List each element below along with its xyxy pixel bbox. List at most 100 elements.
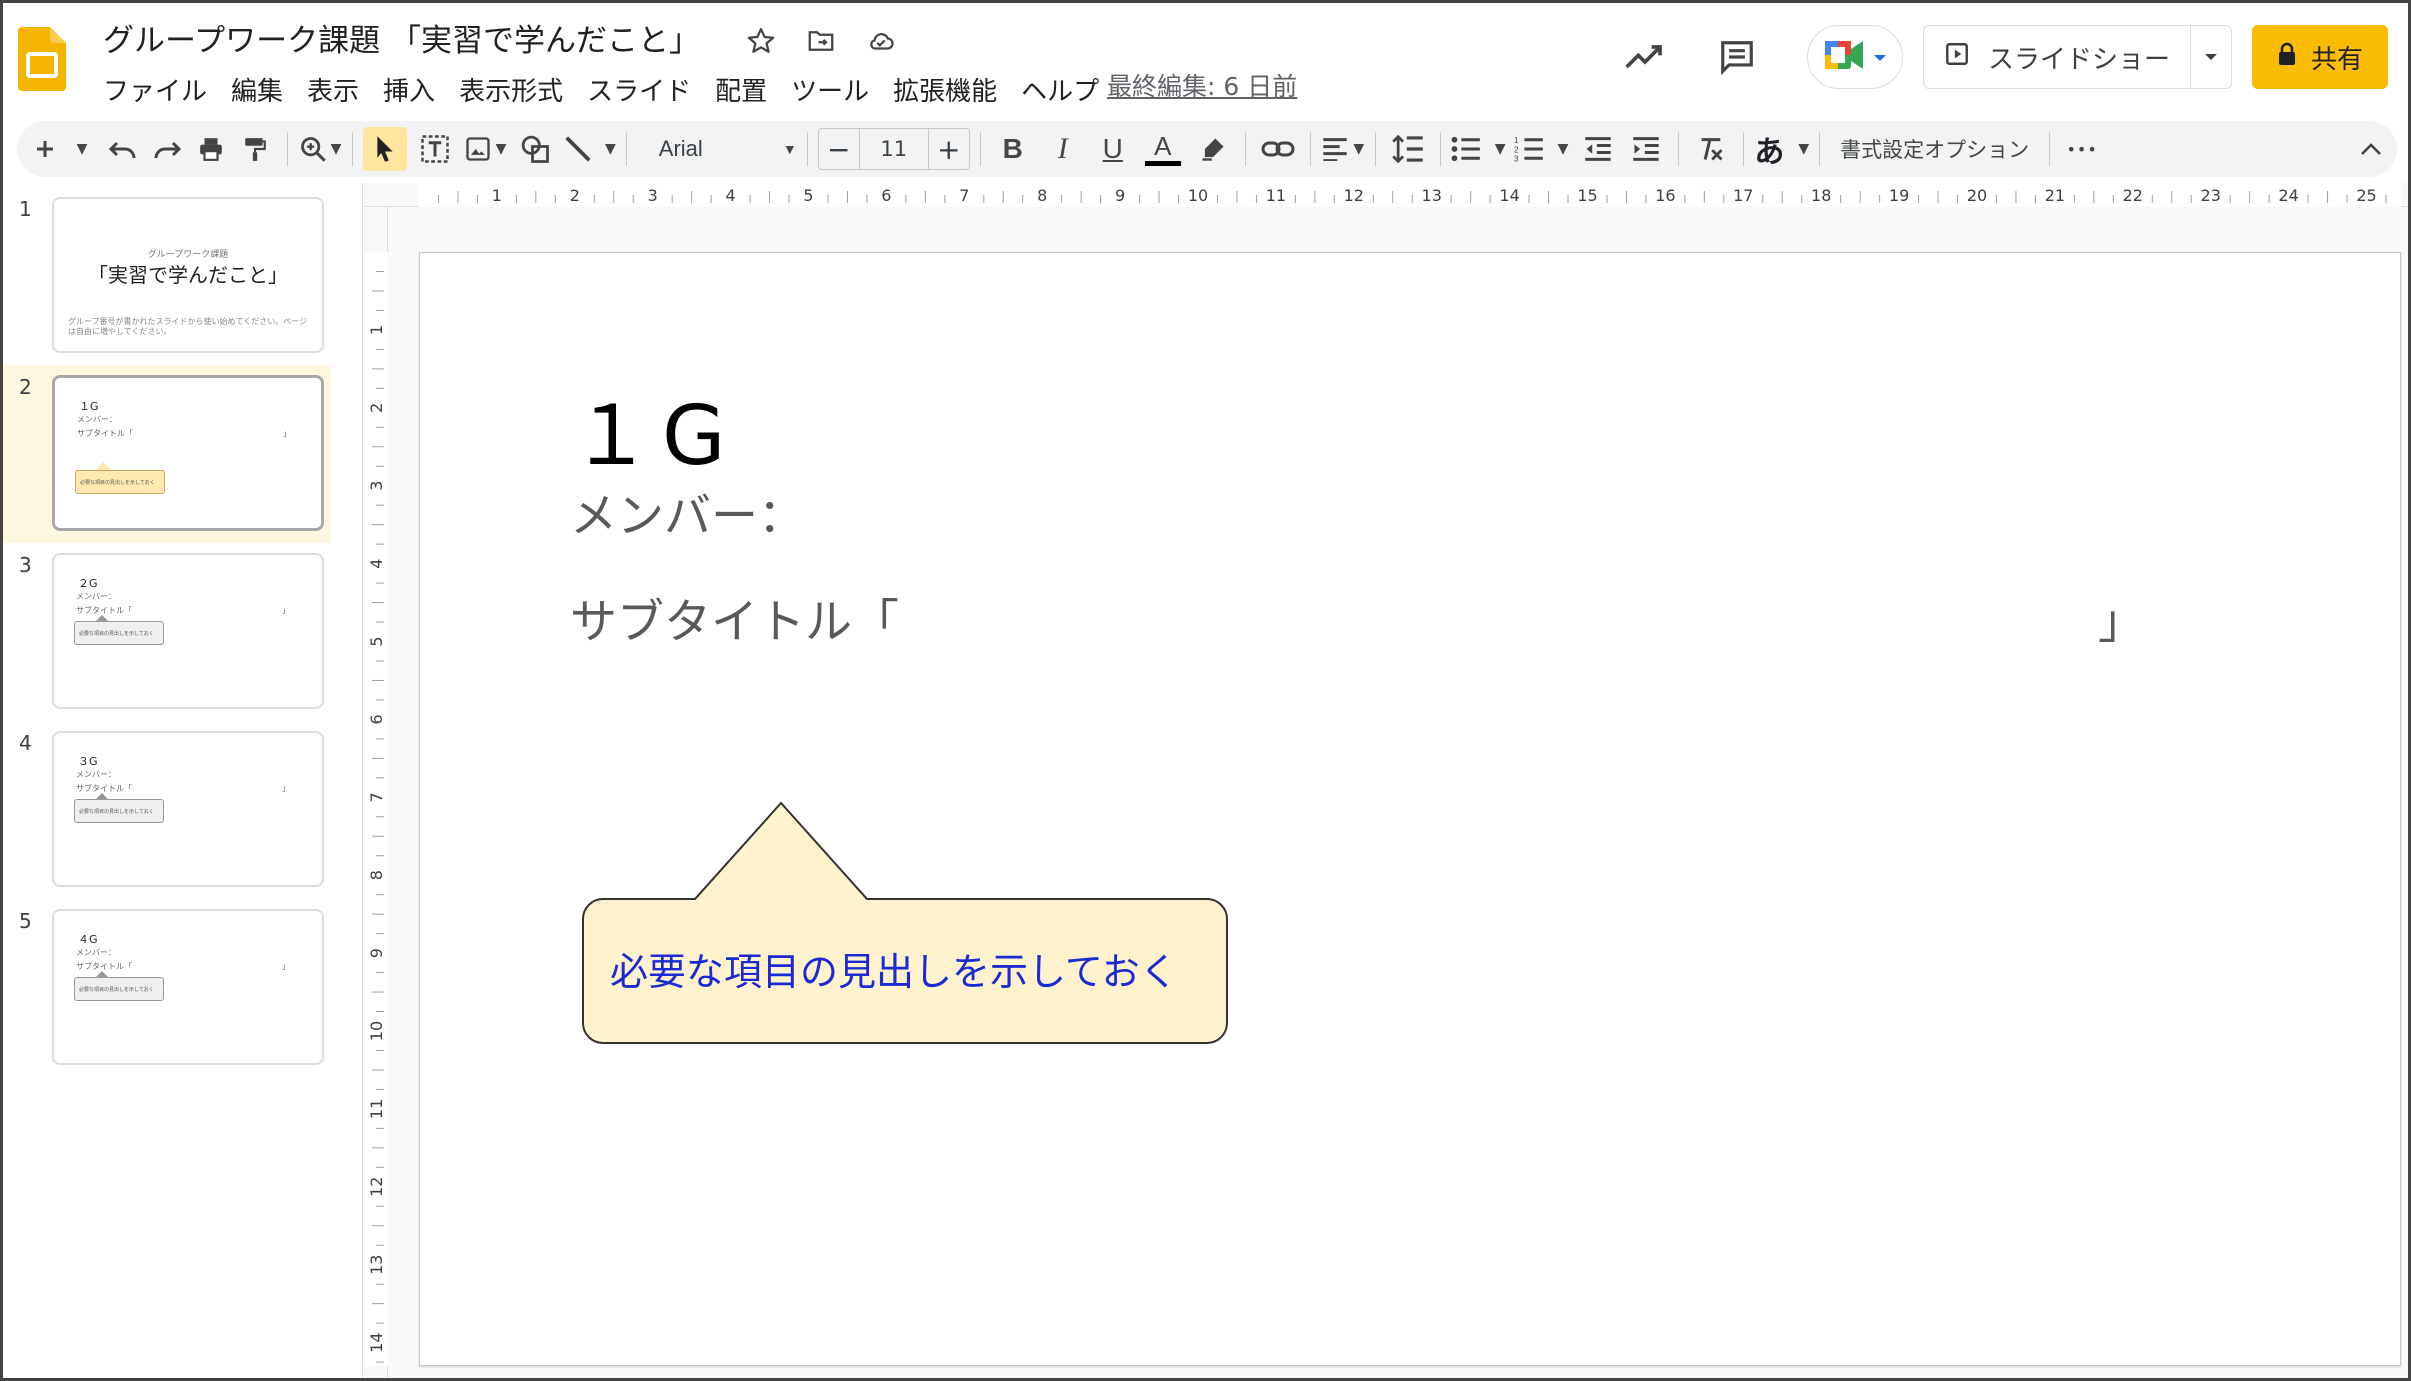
svg-text:1: 1 — [1514, 136, 1519, 145]
select-icon[interactable] — [363, 127, 407, 171]
callout-text[interactable]: 必要な項目の見出しを示しておく — [610, 941, 1178, 996]
thumb-note: グループ番号が書かれたスライドから使い始めてください。ページは自由に増やしてくだ… — [68, 317, 308, 336]
italic-button[interactable]: I — [1041, 127, 1085, 171]
bullet-list-icon[interactable]: ▼ — [1451, 127, 1506, 171]
activity-icon[interactable] — [1615, 27, 1675, 87]
ruler-label: 24 — [2278, 186, 2298, 205]
comment-icon[interactable] — [1707, 27, 1767, 87]
slide-thumbnail: ２G メンバー： サブタイトル「 」 必要な項目の見出しを示しておく — [52, 553, 324, 709]
cloud-saved-icon[interactable] — [861, 21, 901, 61]
slide-thumbnail: １G メンバー： サブタイトル「 」 必要な項目の見出しを示しておく — [52, 375, 324, 531]
font-family-value: Arial — [658, 136, 703, 161]
menu-view[interactable]: 表示 — [295, 67, 371, 112]
thumb-title: ２G — [78, 577, 98, 590]
ruler-label: 1 — [492, 186, 502, 205]
menu-extensions[interactable]: 拡張機能 — [881, 67, 1009, 112]
ruler-label: 17 — [1733, 186, 1753, 205]
font-family-select[interactable]: Arial ▼ — [637, 127, 807, 171]
collapse-icon[interactable] — [2349, 127, 2393, 171]
ruler-label: 9 — [1115, 186, 1125, 205]
horizontal-ruler[interactable]: 1 2 3 4 5 6 7 8 9 10 11 12 13 14 15 16 17 18 19 20 21 22 23 24 2… — [364, 183, 2408, 207]
ruler-label: 12 — [1344, 186, 1364, 205]
image-icon[interactable]: ▼ — [463, 127, 507, 171]
add-icon[interactable] — [23, 127, 67, 171]
print-icon[interactable] — [189, 127, 233, 171]
ruler-label: 6 — [881, 186, 891, 205]
line-icon[interactable]: ▼ — [563, 127, 616, 171]
align-icon[interactable]: ▼ — [1321, 127, 1365, 171]
vertical-ruler[interactable]: 1 2 3 4 5 6 7 8 9 10 11 12 13 14 — [364, 207, 388, 1378]
menu-file[interactable]: ファイル — [103, 67, 219, 112]
input-tools-button[interactable]: あ ▼ — [1754, 127, 1809, 171]
shape-icon[interactable] — [513, 127, 557, 171]
indent-decrease-icon[interactable] — [1576, 127, 1620, 171]
slide-subtitle-end[interactable]: 」 — [2098, 583, 2145, 652]
callout-shape[interactable] — [575, 773, 1235, 1053]
thumb-subtitle-end: 」 — [282, 606, 290, 615]
slide-subtitle-text[interactable]: サブタイトル「 — [570, 583, 899, 652]
ruler-label: 4 — [367, 559, 386, 569]
zoom-icon[interactable]: ▼ — [298, 127, 342, 171]
undo-icon[interactable] — [101, 127, 145, 171]
share-label: 共有 — [2310, 44, 2363, 75]
menu-edit[interactable]: 編集 — [219, 67, 295, 112]
menu-insert[interactable]: 挿入 — [371, 67, 447, 112]
text-color-button[interactable]: A — [1141, 127, 1185, 171]
toolbar: ▼ ▼ ▼ ▼ Arial ▼ − 11 + B I U A ▼ ▼ 1 2 3… — [17, 121, 2397, 177]
redo-icon[interactable] — [145, 127, 189, 171]
document-title[interactable]: グループワーク課題 「実習で学んだこと」 — [103, 15, 700, 60]
thumb-title: ３G — [78, 755, 98, 768]
menu-tools[interactable]: ツール — [779, 67, 881, 112]
thumb-member: メンバー： — [76, 592, 116, 601]
filmstrip-slide-2[interactable]: 2 １G メンバー： サブタイトル「 」 必要な項目の見出しを示しておく — [3, 365, 331, 543]
font-size-increase-button[interactable]: + — [929, 129, 969, 169]
new-slide-dropdown[interactable]: ▼ — [67, 127, 93, 171]
slides-logo-icon[interactable] — [18, 27, 66, 91]
thumb-subtitle-end: 」 — [282, 962, 290, 971]
ruler-label: 7 — [959, 186, 969, 205]
meet-icon — [1823, 37, 1867, 77]
slide-canvas[interactable]: １G メンバー： サブタイトル「 」 必要な項目の見出しを示しておく — [419, 252, 2401, 1366]
numbered-list-icon[interactable]: 123 ▼ — [1514, 127, 1569, 171]
star-icon[interactable] — [741, 21, 781, 61]
move-folder-icon[interactable] — [801, 21, 841, 61]
menu-slide[interactable]: スライド — [575, 67, 703, 112]
paint-format-icon[interactable] — [233, 127, 277, 171]
slideshow-options-dropdown[interactable] — [2191, 26, 2231, 88]
ruler-label: 11 — [1266, 186, 1286, 205]
ruler-label: 13 — [1422, 186, 1442, 205]
filmstrip-slide-4[interactable]: 4 ３G メンバー： サブタイトル「 」 必要な項目の見出しを示しておく — [3, 721, 331, 899]
thumb-member: メンバー： — [77, 415, 117, 424]
menu-arrange[interactable]: 配置 — [703, 67, 779, 112]
bold-button[interactable]: B — [991, 127, 1035, 171]
slideshow-button[interactable]: スライドショー — [1924, 26, 2191, 88]
menu-help[interactable]: ヘルプ — [1009, 67, 1111, 112]
filmstrip-slide-1[interactable]: 1 グループワーク課題 「実習で学んだこと」 グループ番号が書かれたスライドから… — [3, 187, 331, 365]
filmstrip-slide-5[interactable]: 5 ４G メンバー： サブタイトル「 」 必要な項目の見出しを示しておく — [3, 899, 331, 1077]
meet-button[interactable] — [1806, 25, 1903, 89]
line-spacing-icon[interactable] — [1386, 127, 1430, 171]
indent-increase-icon[interactable] — [1624, 127, 1668, 171]
clear-format-icon[interactable] — [1689, 127, 1733, 171]
slide-member-text[interactable]: メンバー： — [570, 477, 805, 546]
more-options-button[interactable]: ••• — [2060, 127, 2104, 171]
textbox-icon[interactable] — [413, 127, 457, 171]
ruler-label: 4 — [726, 186, 736, 205]
last-edit-link[interactable]: 最終編集: 6 日前 — [1107, 67, 1297, 103]
filmstrip-slide-3[interactable]: 3 ２G メンバー： サブタイトル「 」 必要な項目の見出しを示しておく — [3, 543, 331, 721]
ruler-label: 14 — [1499, 186, 1519, 205]
slide-number: 2 — [19, 375, 32, 399]
menu-format[interactable]: 表示形式 — [447, 67, 575, 112]
font-size-input[interactable]: 11 — [858, 129, 929, 169]
underline-button[interactable]: U — [1091, 127, 1135, 171]
slide-title[interactable]: １G — [570, 369, 736, 488]
thumb-title: 「実習で学んだこと」 — [88, 263, 288, 287]
font-size-decrease-button[interactable]: − — [819, 129, 859, 169]
share-button[interactable]: 共有 — [2252, 25, 2388, 89]
format-options-button[interactable]: 書式設定オプション — [1830, 134, 2039, 164]
ruler-label: 21 — [2045, 186, 2065, 205]
present-icon — [1944, 41, 1970, 74]
link-icon[interactable] — [1256, 127, 1300, 171]
ruler-label: 14 — [367, 1332, 386, 1352]
highlight-icon[interactable] — [1191, 127, 1235, 171]
